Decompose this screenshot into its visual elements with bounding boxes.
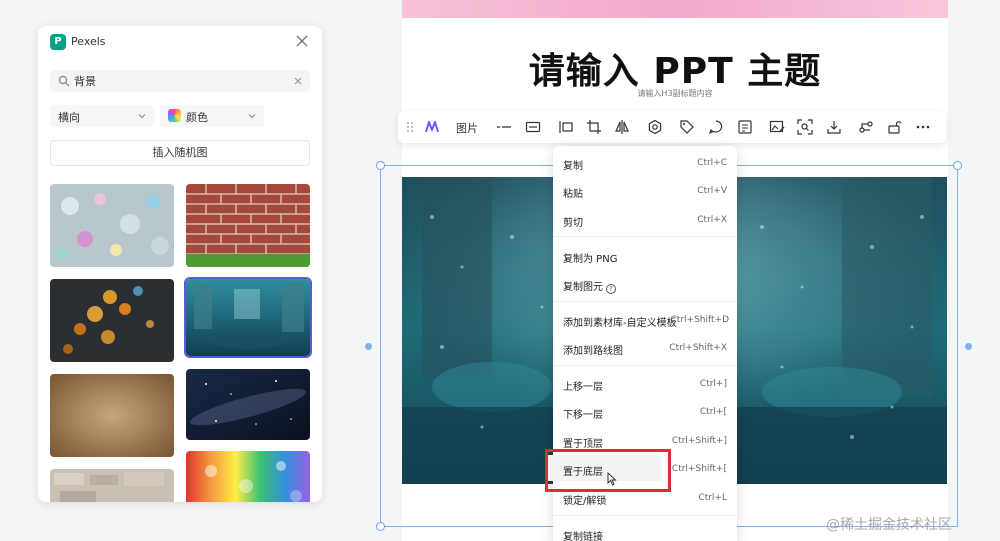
menu-item-text: 复制图元 (563, 282, 603, 293)
chevron-down-icon (138, 114, 146, 119)
resize-handle-top-left[interactable] (376, 161, 385, 170)
image-label[interactable]: 图片 (456, 120, 478, 136)
color-label: 颜色 (186, 111, 208, 124)
menu-item-label: 添加到素材库-自定义模板 (563, 318, 677, 329)
line-style-icon[interactable] (496, 119, 512, 135)
pexels-logo: P (50, 34, 66, 50)
menu-item-label: 添加到路线图 (563, 346, 623, 357)
image-search-icon[interactable] (797, 119, 813, 135)
menu-item-paste[interactable]: 粘贴 Ctrl+V (553, 177, 737, 203)
menu-item-shortcut: Ctrl+L (698, 493, 727, 503)
watermark: @稀土掘金技术社区 (826, 517, 952, 533)
menu-item-label: 锁定/解锁 (563, 496, 607, 507)
search-input[interactable] (74, 72, 284, 90)
menu-item-shortcut: Ctrl+Shift+X (669, 343, 727, 353)
menu-item-copy-link[interactable]: 复制链接 (553, 520, 737, 541)
slide-title[interactable]: 请输入 PPT 主题 (402, 42, 948, 94)
resize-handle-left[interactable] (365, 343, 372, 350)
comment-icon[interactable] (708, 119, 724, 135)
menu-item-shortcut: Ctrl+X (697, 215, 727, 225)
flip-icon[interactable] (614, 119, 630, 135)
crop-icon[interactable] (586, 119, 602, 135)
menu-item-label: 置于顶层 (563, 439, 603, 450)
menu-item-shortcut: Ctrl+V (697, 186, 727, 196)
menu-item-shortcut: Ctrl+[ (699, 407, 727, 417)
menu-item-cut[interactable]: 剪切 Ctrl+X (553, 206, 737, 232)
menu-item-shortcut: Ctrl+] (699, 379, 727, 389)
note-icon[interactable] (737, 119, 753, 135)
download-icon[interactable] (826, 119, 842, 135)
color-select[interactable]: 颜色 (160, 105, 264, 127)
menu-item-copy-element[interactable]: 复制图元? (553, 270, 737, 296)
menu-divider (553, 301, 737, 302)
resize-handle-top-right[interactable] (953, 161, 962, 170)
image-toolbar: 图片 (398, 111, 946, 143)
unlock-icon[interactable] (886, 119, 902, 135)
menu-item-copy[interactable]: 复制 Ctrl+C (553, 149, 737, 175)
menu-item-label: 复制链接 (563, 532, 603, 541)
ai-icon[interactable] (424, 119, 440, 135)
menu-item-label: 下移一层 (563, 410, 603, 421)
menu-divider (553, 365, 737, 366)
menu-item-label: 上移一层 (563, 382, 603, 393)
thumbnail-brick-wall[interactable] (186, 184, 310, 267)
orientation-label: 横向 (58, 111, 80, 124)
search-icon (58, 75, 70, 87)
orientation-select[interactable]: 横向 (50, 105, 154, 127)
pexels-panel: P Pexels 横向 颜色 插入随机图 (38, 26, 322, 502)
slide-banner-image[interactable] (402, 0, 948, 18)
menu-item-label: 复制为 PNG (563, 254, 618, 265)
search-box[interactable] (50, 70, 310, 92)
menu-item-add-to-roadmap[interactable]: 添加到路线图 Ctrl+Shift+X (553, 334, 737, 360)
menu-item-label: 粘贴 (563, 189, 583, 200)
menu-item-bring-forward[interactable]: 上移一层 Ctrl+] (553, 370, 737, 396)
menu-item-send-backward[interactable]: 下移一层 Ctrl+[ (553, 398, 737, 424)
menu-item-shortcut: Ctrl+Shift+D (670, 315, 729, 325)
border-icon[interactable] (525, 119, 541, 135)
menu-item-shortcut: Ctrl+C (697, 158, 727, 168)
menu-divider (553, 515, 737, 516)
thumbnail-stone-wall[interactable] (50, 469, 174, 502)
menu-item-label: 复制图元? (563, 278, 616, 294)
panel-title: Pexels (71, 35, 106, 48)
close-icon[interactable] (294, 33, 310, 49)
thumbnail-parchment[interactable] (50, 374, 174, 457)
thumbnail-bokeh-light[interactable] (50, 184, 174, 267)
slide-subtitle[interactable]: 请输入H3副标题内容 (402, 88, 948, 99)
clear-search-icon[interactable] (293, 76, 303, 86)
menu-item-shortcut: Ctrl+Shift+] (671, 436, 727, 446)
panel-header: P Pexels (38, 26, 322, 58)
connector-icon[interactable] (858, 119, 874, 135)
menu-item-add-to-library[interactable]: 添加到素材库-自定义模板 Ctrl+Shift+D (553, 306, 737, 332)
insert-random-image-button[interactable]: 插入随机图 (50, 140, 310, 166)
resize-handle-bottom-left[interactable] (376, 522, 385, 531)
color-swatch-icon (168, 109, 181, 122)
thumbnail-starry-night[interactable] (186, 369, 310, 440)
align-icon[interactable] (558, 119, 574, 135)
settings-icon[interactable] (647, 119, 663, 135)
drag-handle-icon[interactable] (402, 119, 413, 135)
tag-icon[interactable] (679, 119, 695, 135)
chevron-down-icon (248, 114, 256, 119)
menu-item-label: 复制 (563, 161, 583, 172)
menu-item-label: 剪切 (563, 218, 583, 229)
mouse-cursor-icon (607, 472, 617, 486)
resize-handle-right[interactable] (965, 343, 972, 350)
thumbnail-rainbow-bokeh[interactable] (186, 451, 310, 502)
help-icon[interactable]: ? (606, 284, 616, 294)
menu-divider (553, 236, 737, 237)
menu-item-shortcut: Ctrl+Shift+[ (671, 464, 727, 474)
menu-item-copy-as-png[interactable]: 复制为 PNG (553, 242, 737, 268)
thumbnail-bokeh-orange[interactable] (50, 279, 174, 362)
image-edit-icon[interactable] (769, 119, 785, 135)
more-icon[interactable] (915, 119, 931, 135)
thumbnail-rainy-street[interactable] (184, 277, 312, 358)
